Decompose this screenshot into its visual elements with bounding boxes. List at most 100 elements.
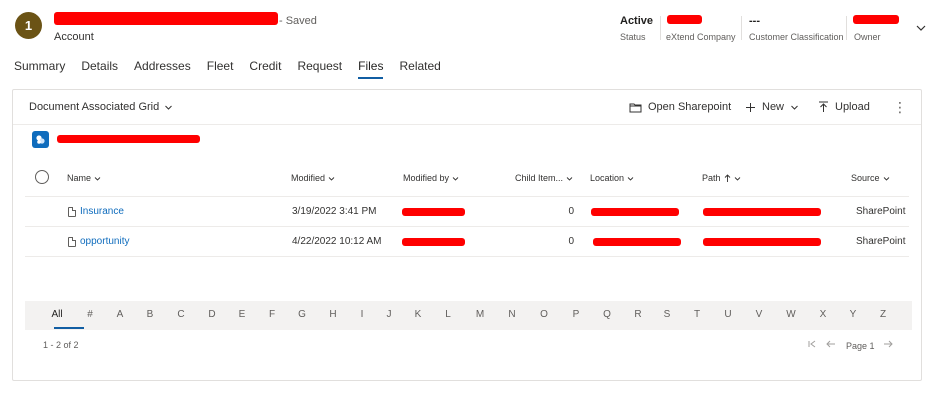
column-location-label: Location: [590, 173, 625, 183]
jump-letter-g[interactable]: G: [295, 309, 309, 320]
classification-label: Customer Classification: [749, 32, 844, 42]
open-sharepoint-button[interactable]: Open Sharepoint: [629, 101, 731, 113]
jump-letter-m[interactable]: M: [473, 309, 487, 320]
column-header-modified-by[interactable]: Modified by: [403, 173, 459, 183]
chevron-down-icon[interactable]: [164, 103, 173, 112]
more-icon[interactable]: ⋮: [893, 99, 907, 116]
view-name[interactable]: Document Associated Grid: [29, 101, 159, 113]
jump-letter-q[interactable]: Q: [600, 309, 614, 320]
jump-letter-s[interactable]: S: [660, 309, 674, 320]
jump-letter-b[interactable]: B: [143, 309, 157, 320]
jump-letter-p[interactable]: P: [569, 309, 583, 320]
file-name[interactable]: Insurance: [80, 206, 124, 217]
select-all-checkbox[interactable]: [35, 170, 49, 184]
jump-letter-hash[interactable]: #: [83, 309, 97, 320]
tab-files[interactable]: Files: [358, 59, 384, 79]
jump-letter-c[interactable]: C: [174, 309, 188, 320]
tab-credit[interactable]: Credit: [249, 59, 281, 77]
jump-letter-u[interactable]: U: [721, 309, 735, 320]
jump-letter-i[interactable]: I: [355, 309, 369, 320]
jump-letter-o[interactable]: O: [537, 309, 551, 320]
jump-letter-w[interactable]: W: [784, 309, 798, 320]
jump-bar-active-indicator: [54, 327, 84, 329]
row-divider: [25, 226, 909, 227]
folder-icon: [629, 103, 642, 112]
jump-letter-z[interactable]: Z: [876, 309, 890, 320]
column-header-name[interactable]: Name: [67, 173, 101, 183]
sharepoint-icon: [32, 131, 49, 148]
tab-request[interactable]: Request: [297, 59, 342, 77]
open-sharepoint-label: Open Sharepoint: [648, 101, 732, 113]
path-redacted: [703, 238, 821, 246]
jump-letter-y[interactable]: Y: [846, 309, 860, 320]
plus-icon: [746, 102, 755, 112]
jump-letter-n[interactable]: N: [505, 309, 519, 320]
tab-fleet[interactable]: Fleet: [207, 59, 234, 77]
header-field-classification: --- Customer Classification: [749, 15, 844, 42]
next-page-icon[interactable]: [883, 339, 893, 349]
jump-letter-r[interactable]: R: [631, 309, 645, 320]
owner-label: Owner: [854, 32, 881, 42]
column-header-modified[interactable]: Modified: [291, 173, 335, 183]
file-link-insurance[interactable]: Insurance: [68, 206, 124, 217]
site-name-redacted: [57, 135, 200, 143]
company-redacted: [667, 15, 702, 24]
header-field-status: Active Status: [620, 15, 653, 42]
first-page-icon[interactable]: [807, 339, 817, 349]
view-selector[interactable]: Document Associated Grid: [29, 101, 173, 113]
jump-letter-k[interactable]: K: [411, 309, 425, 320]
column-name-label: Name: [67, 173, 92, 183]
owner-redacted: [853, 15, 899, 24]
classification-value: ---: [749, 15, 760, 27]
file-icon: [68, 206, 76, 217]
column-modified-label: Modified: [291, 173, 326, 183]
page-label: Page 1: [846, 341, 875, 351]
jump-letter-l[interactable]: L: [441, 309, 455, 320]
tab-summary[interactable]: Summary: [14, 59, 65, 77]
column-header-source[interactable]: Source: [851, 173, 890, 183]
column-source-label: Source: [851, 173, 880, 183]
modified-by-redacted: [402, 238, 465, 246]
tab-related[interactable]: Related: [399, 59, 440, 77]
column-header-location[interactable]: Location: [590, 173, 634, 183]
column-header-child-items[interactable]: Child Item...: [515, 173, 573, 183]
file-name[interactable]: opportunity: [80, 236, 129, 247]
jump-letter-t[interactable]: T: [690, 309, 704, 320]
prev-page-icon[interactable]: [826, 339, 836, 349]
column-header-path[interactable]: Path: [702, 173, 741, 183]
chevron-down-icon: [94, 176, 101, 181]
jump-letter-f[interactable]: F: [265, 309, 279, 320]
jump-letter-x[interactable]: X: [816, 309, 830, 320]
chevron-down-icon: [734, 176, 740, 181]
jump-letter-all[interactable]: All: [50, 309, 64, 320]
tab-addresses[interactable]: Addresses: [134, 59, 191, 77]
header-separator: [660, 16, 661, 40]
upload-button[interactable]: Upload: [818, 101, 870, 113]
column-child-items-label: Child Item...: [515, 173, 564, 183]
jump-letter-d[interactable]: D: [205, 309, 219, 320]
jump-letter-e[interactable]: E: [235, 309, 249, 320]
chevron-down-icon[interactable]: [915, 22, 927, 34]
new-label: New: [762, 101, 785, 113]
toolbar-divider: [13, 124, 921, 125]
save-status: - Saved: [279, 15, 317, 27]
file-link-opportunity[interactable]: opportunity: [68, 236, 129, 247]
jump-letter-j[interactable]: J: [382, 309, 396, 320]
company-label: eXtend Company: [666, 32, 736, 42]
jump-letter-a[interactable]: A: [113, 309, 127, 320]
avatar: 1: [15, 12, 42, 39]
tab-details[interactable]: Details: [81, 59, 118, 77]
page-info: 1 - 2 of 2: [43, 340, 79, 350]
upload-icon: [819, 101, 828, 112]
status-label: Status: [620, 32, 646, 42]
sharepoint-glyph: [36, 135, 45, 144]
header-separator: [846, 16, 847, 40]
chevron-down-icon: [627, 176, 634, 181]
row-divider: [25, 256, 909, 257]
jump-letter-v[interactable]: V: [752, 309, 766, 320]
chevron-down-icon: [883, 176, 889, 181]
jump-letter-h[interactable]: H: [326, 309, 340, 320]
new-button[interactable]: New: [745, 101, 799, 113]
child-item-count: 0: [568, 236, 574, 247]
chevron-down-icon: [452, 176, 459, 181]
